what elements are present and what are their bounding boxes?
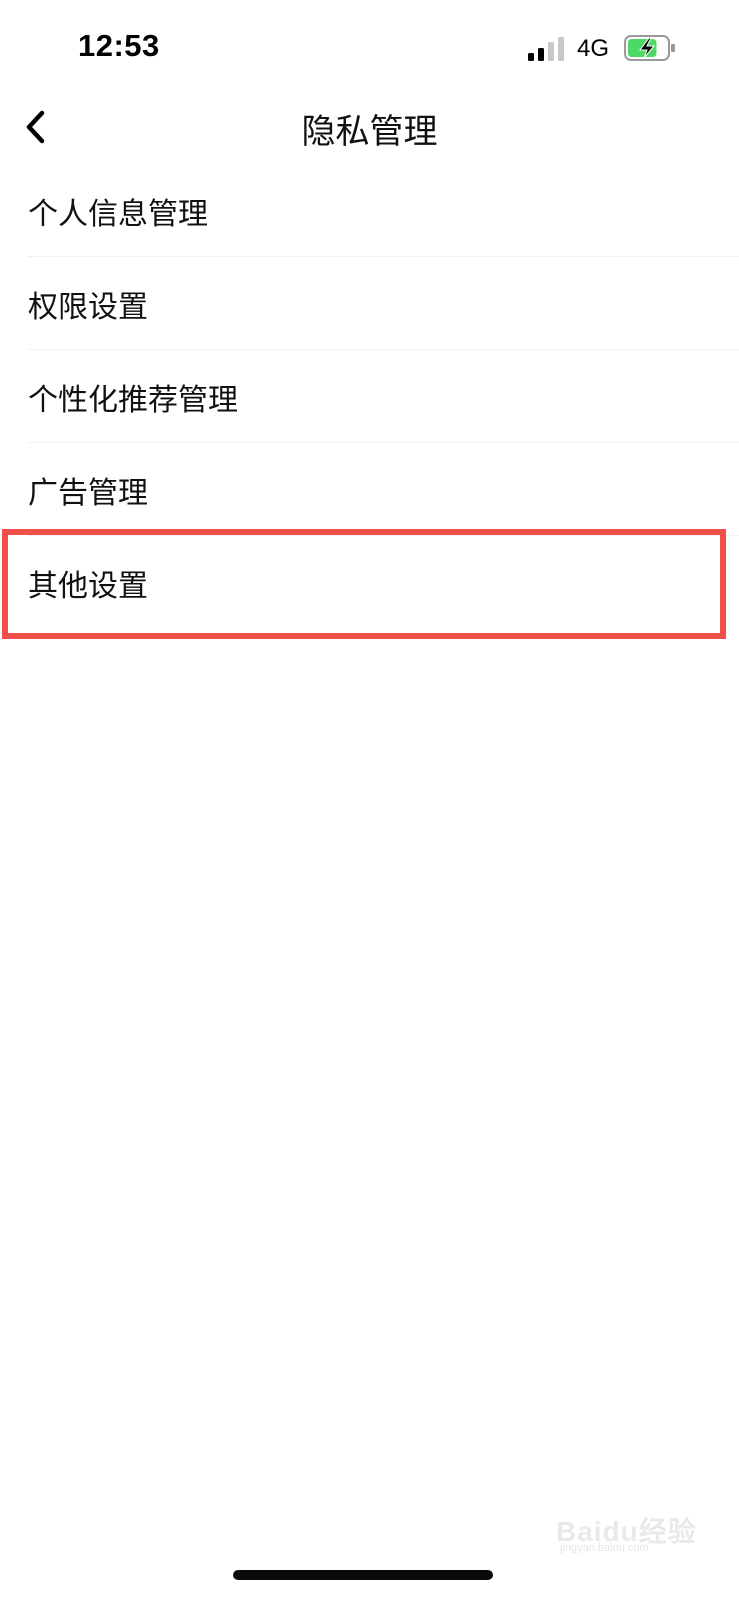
home-indicator[interactable] [233,1570,493,1580]
menu-item-label: 个人信息管理 [28,196,208,232]
menu-item-label: 权限设置 [28,289,148,325]
status-bar: 12:53 4G [0,0,739,96]
navigation-bar: 隐私管理 [0,96,739,166]
menu-item-personalized-recommendation[interactable]: 个性化推荐管理 [0,350,739,443]
cellular-signal-icon [528,37,564,61]
page-title: 隐私管理 [301,112,438,152]
menu-item-permissions[interactable]: 权限设置 [0,257,739,350]
baidu-jingyan-watermark: Baidu经验 jingyan.baidu.com [556,1500,706,1554]
battery-charging-icon [624,35,675,61]
menu-item-label: 广告管理 [28,475,148,511]
menu-item-label: 其他设置 [28,568,148,604]
menu-item-personal-info[interactable]: 个人信息管理 [0,164,739,257]
menu-item-label: 个性化推荐管理 [28,382,238,418]
menu-item-other-settings[interactable]: 其他设置 [0,536,739,629]
watermark-subtext: jingyan.baidu.com [560,1542,649,1554]
privacy-menu-list: 个人信息管理 权限设置 个性化推荐管理 广告管理 其他设置 [0,164,739,629]
menu-item-ad-management[interactable]: 广告管理 [0,443,739,536]
status-time: 12:53 [78,28,160,63]
network-type-label: 4G [577,35,610,62]
